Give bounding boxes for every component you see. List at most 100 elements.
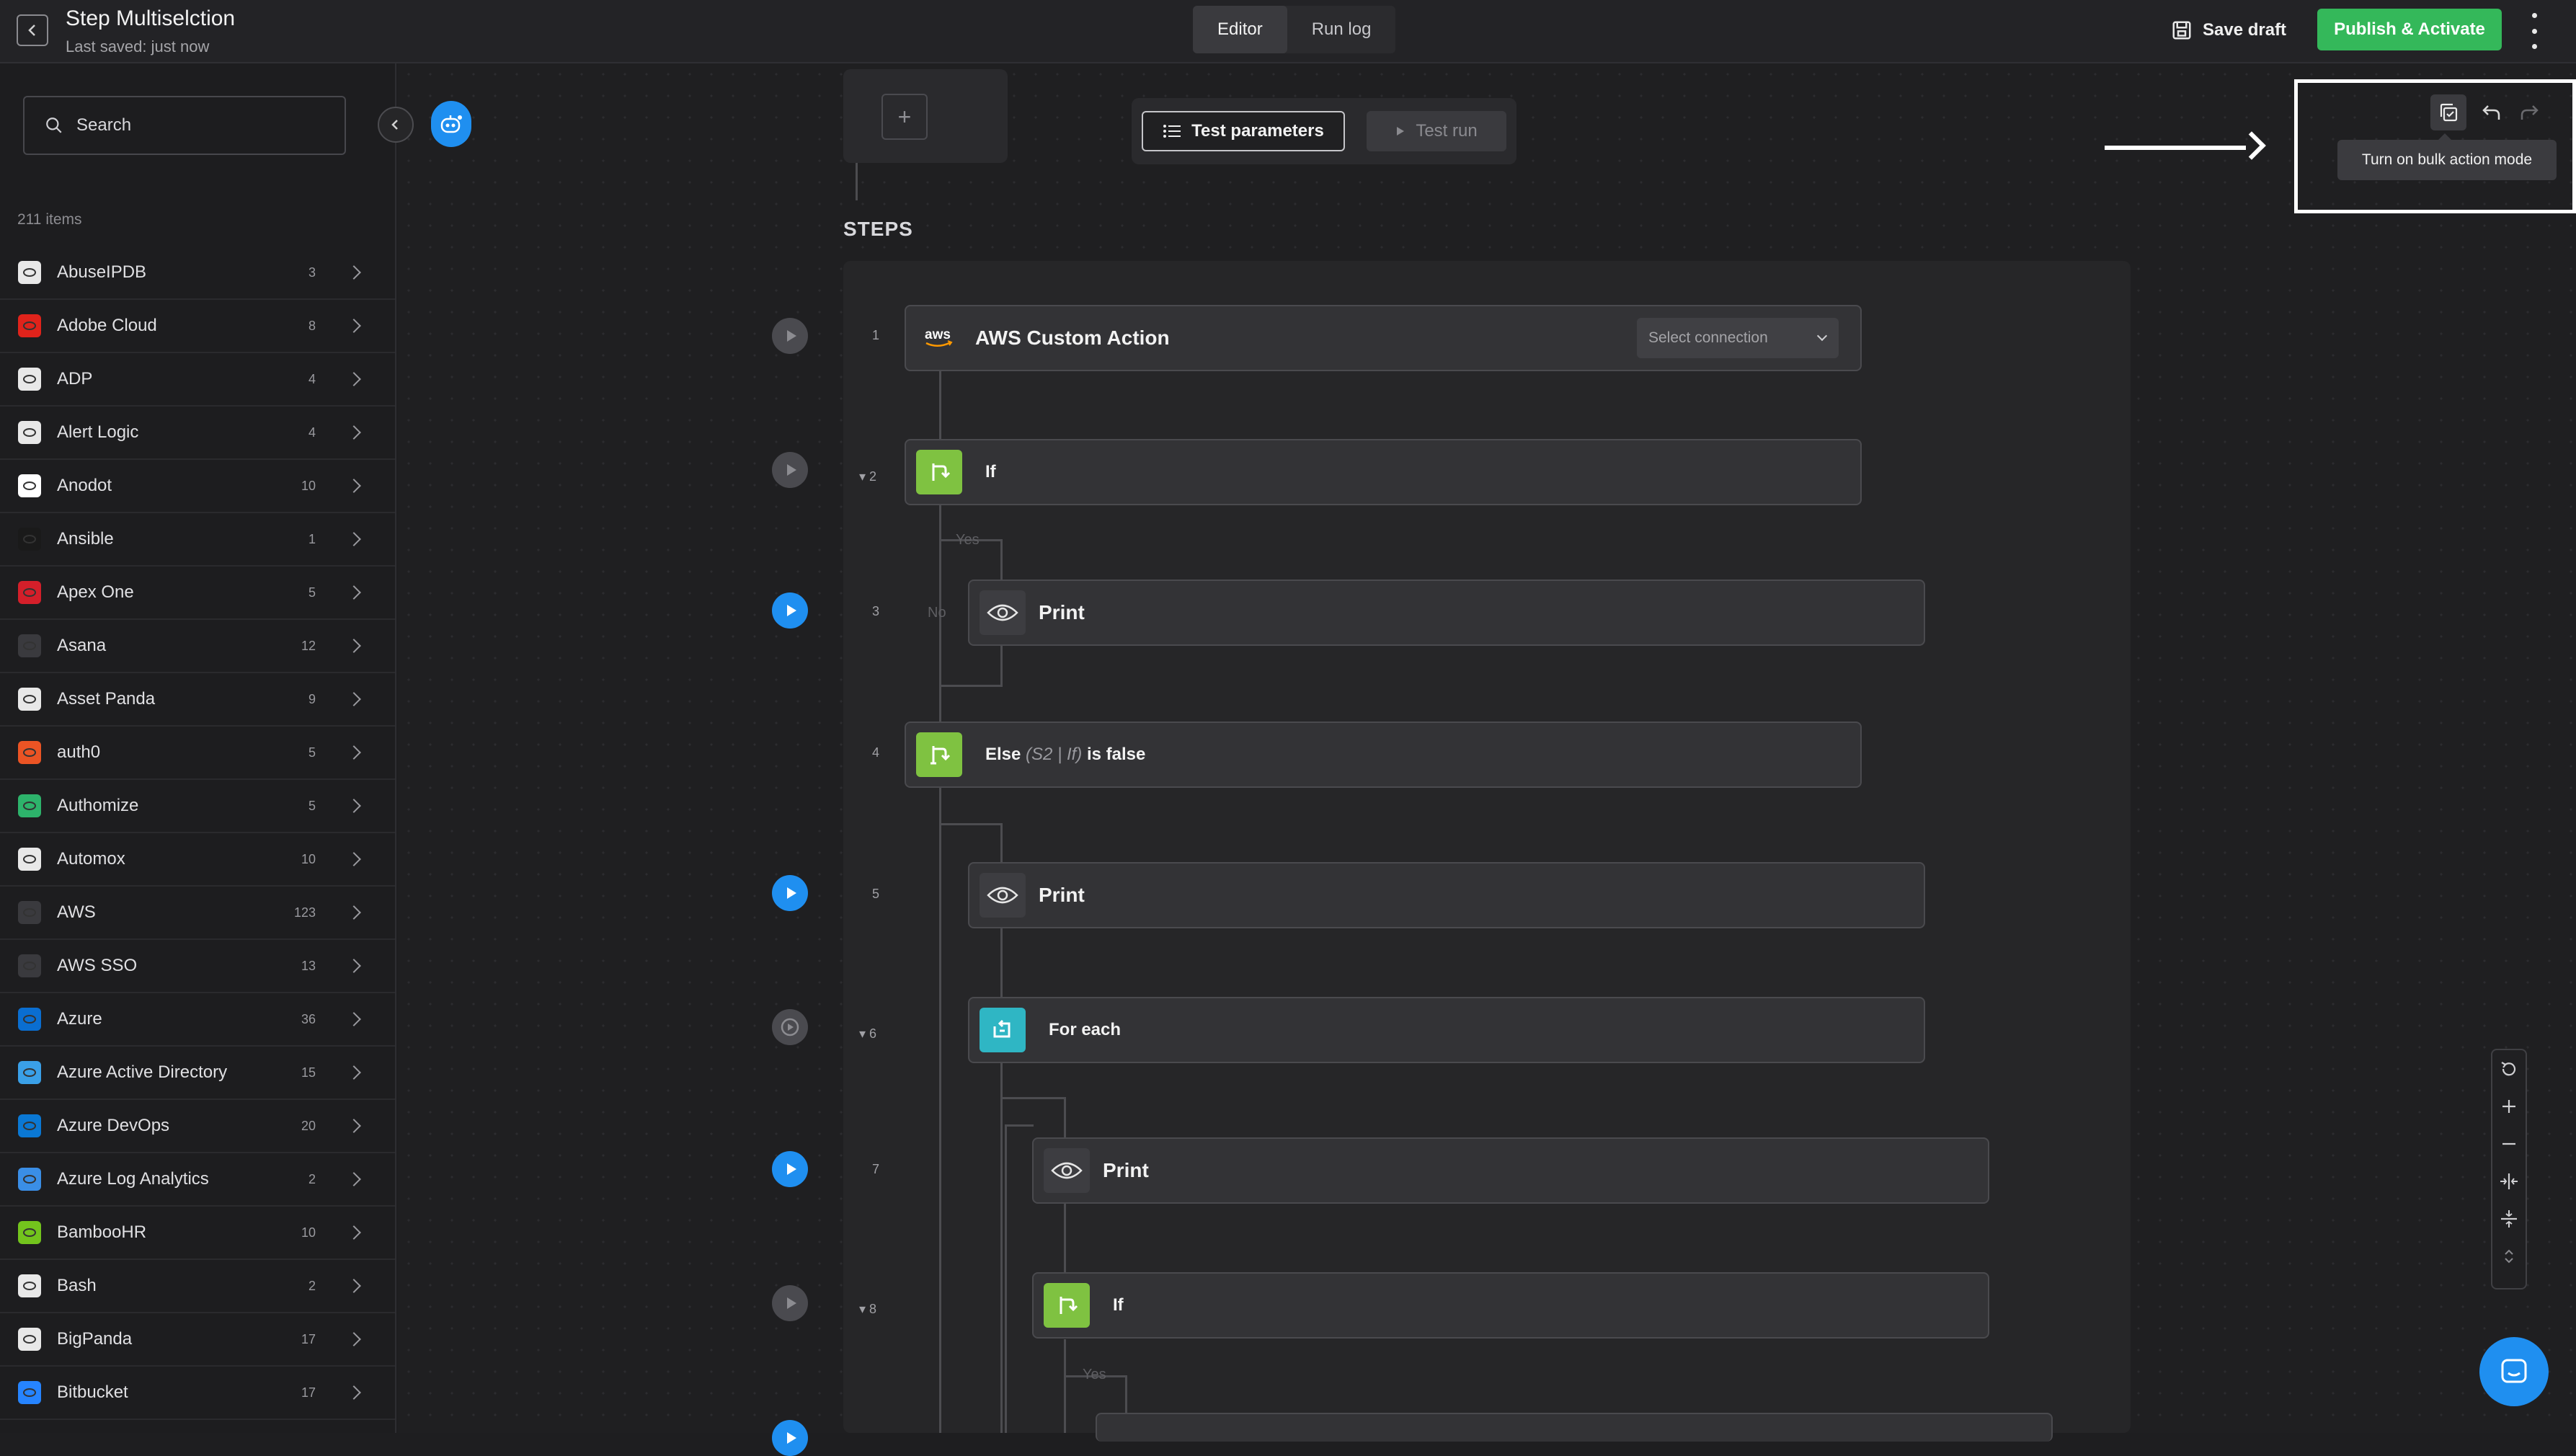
- connector-line: [1000, 539, 1003, 580]
- connector-line: [1000, 646, 1003, 686]
- expand-collapse-button[interactable]: [2492, 1238, 2526, 1275]
- fit-width-button[interactable]: [2492, 1163, 2526, 1200]
- integration-name: BigPanda: [57, 1329, 133, 1349]
- integration-row[interactable]: ADP 4: [0, 353, 395, 407]
- integration-row[interactable]: Authomize 5: [0, 780, 395, 833]
- integration-row[interactable]: Asana 12: [0, 620, 395, 673]
- chevron-left-icon: [28, 25, 35, 36]
- step-number-collapsible[interactable]: ▾ 6: [859, 1026, 876, 1042]
- expand-icon: [2505, 1249, 2513, 1264]
- run-step-button[interactable]: [772, 318, 808, 354]
- run-step-button[interactable]: [772, 1151, 808, 1187]
- integration-row[interactable]: Adobe Cloud 8: [0, 300, 395, 353]
- test-parameters-button[interactable]: Test parameters: [1142, 111, 1345, 151]
- step-card-print[interactable]: Print: [1032, 1137, 1989, 1204]
- integration-row[interactable]: Azure 36: [0, 993, 395, 1047]
- reset-icon: [2501, 1062, 2516, 1076]
- bitbucket-icon: [18, 1381, 41, 1404]
- fit-vertical-icon: [2501, 1210, 2517, 1228]
- integration-row[interactable]: AWS SSO 13: [0, 940, 395, 993]
- run-step-button[interactable]: [772, 1285, 808, 1321]
- integration-row[interactable]: auth0 5: [0, 727, 395, 780]
- integration-row[interactable]: AbuseIPDB 3: [0, 247, 395, 300]
- back-button[interactable]: [17, 14, 48, 46]
- undo-button[interactable]: [2474, 94, 2510, 130]
- step-card-for-each[interactable]: For each: [968, 997, 1925, 1063]
- chevron-right-icon: [347, 1225, 361, 1240]
- integration-row[interactable]: Azure Log Analytics 2: [0, 1153, 395, 1207]
- authomize-icon: [18, 794, 41, 817]
- step-number-collapsible[interactable]: ▾ 8: [859, 1302, 876, 1317]
- integration-row[interactable]: BigPanda 17: [0, 1313, 395, 1367]
- branch-icon: [916, 450, 962, 494]
- adobe-icon: [18, 314, 41, 337]
- integration-row[interactable]: Anodot 10: [0, 460, 395, 513]
- step-number-collapsible[interactable]: ▾ 2: [859, 469, 876, 484]
- test-run-button[interactable]: Test run: [1367, 111, 1506, 151]
- step-title: Else: [985, 745, 1021, 764]
- reset-view-button[interactable]: [2492, 1050, 2526, 1088]
- run-step-button[interactable]: [772, 452, 808, 488]
- zoom-out-button[interactable]: [2492, 1125, 2526, 1163]
- step-title: AWS Custom Action: [975, 327, 1170, 349]
- integration-row[interactable]: Azure DevOps 20: [0, 1100, 395, 1153]
- integration-action-count: 5: [308, 798, 316, 813]
- connector-line: [1125, 1375, 1127, 1416]
- add-trigger-button[interactable]: +: [881, 94, 928, 140]
- run-step-button[interactable]: [772, 592, 808, 629]
- integration-name: AWS: [57, 902, 96, 922]
- integration-action-count: 10: [301, 851, 316, 866]
- run-step-button[interactable]: [772, 875, 808, 911]
- zoom-in-button[interactable]: [2492, 1088, 2526, 1125]
- integration-row[interactable]: Ansible 1: [0, 513, 395, 567]
- step-card-print[interactable]: Print: [968, 580, 1925, 646]
- run-loop-button[interactable]: [772, 1009, 808, 1045]
- integration-row[interactable]: Apex One 5: [0, 567, 395, 620]
- save-draft-button[interactable]: Save draft: [2171, 14, 2286, 46]
- redo-button[interactable]: [2511, 94, 2547, 130]
- search-box[interactable]: [23, 96, 346, 155]
- workflow-title[interactable]: Step Multiselction: [66, 6, 235, 31]
- chat-icon[interactable]: [2479, 1337, 2549, 1406]
- alert-logic-icon: [18, 421, 41, 444]
- integration-row[interactable]: Azure Active Directory 15: [0, 1047, 395, 1100]
- connector-line: [1000, 928, 1003, 998]
- integration-list: AbuseIPDB 3 Adobe Cloud 8 ADP 4 Alert Logic 4 An…: [0, 247, 395, 1420]
- run-step-button[interactable]: [772, 1420, 808, 1456]
- tab-run-log[interactable]: Run log: [1287, 6, 1396, 53]
- chevron-right-icon: [347, 799, 361, 813]
- chevron-down-icon: [1816, 330, 1828, 342]
- chevron-right-icon: [347, 319, 361, 333]
- integration-row[interactable]: BambooHR 10: [0, 1207, 395, 1260]
- step-card-else[interactable]: Else (S2 | If) is false: [905, 722, 1862, 788]
- collapse-sidebar-button[interactable]: [378, 107, 414, 143]
- integration-row[interactable]: Automox 10: [0, 833, 395, 887]
- select-connection-dropdown[interactable]: Select connection: [1637, 318, 1839, 358]
- search-icon: [46, 117, 62, 133]
- step-card-partial[interactable]: [1096, 1413, 2053, 1442]
- step-card-aws-custom-action[interactable]: aws AWS Custom Action Select connection: [905, 305, 1862, 371]
- integration-name: Azure: [57, 1009, 102, 1029]
- step-card-if[interactable]: If: [905, 439, 1862, 505]
- integration-row[interactable]: Bitbucket 17: [0, 1367, 395, 1420]
- fit-height-button[interactable]: [2492, 1200, 2526, 1238]
- bulk-action-mode-button[interactable]: [2430, 94, 2466, 130]
- search-input[interactable]: [75, 115, 337, 136]
- tab-editor[interactable]: Editor: [1193, 6, 1287, 53]
- asset-panda-icon: [18, 688, 41, 711]
- step-card-print[interactable]: Print: [968, 862, 1925, 928]
- play-icon: [786, 1297, 796, 1309]
- integration-row[interactable]: Asset Panda 9: [0, 673, 395, 727]
- aws-logo-icon: aws: [916, 316, 962, 360]
- publish-activate-button[interactable]: Publish & Activate: [2317, 9, 2502, 50]
- kebab-menu-icon[interactable]: [2526, 13, 2543, 49]
- eye-icon: [980, 590, 1026, 635]
- integration-row[interactable]: Alert Logic 4: [0, 407, 395, 460]
- integration-row[interactable]: Bash 2: [0, 1260, 395, 1313]
- integration-row[interactable]: AWS 123: [0, 887, 395, 940]
- step-card-if[interactable]: If: [1032, 1272, 1989, 1339]
- svg-text:aws: aws: [925, 327, 951, 342]
- bamboohr-icon: [18, 1221, 41, 1244]
- ai-assistant-button[interactable]: [431, 101, 471, 147]
- integration-name: Adobe Cloud: [57, 316, 157, 335]
